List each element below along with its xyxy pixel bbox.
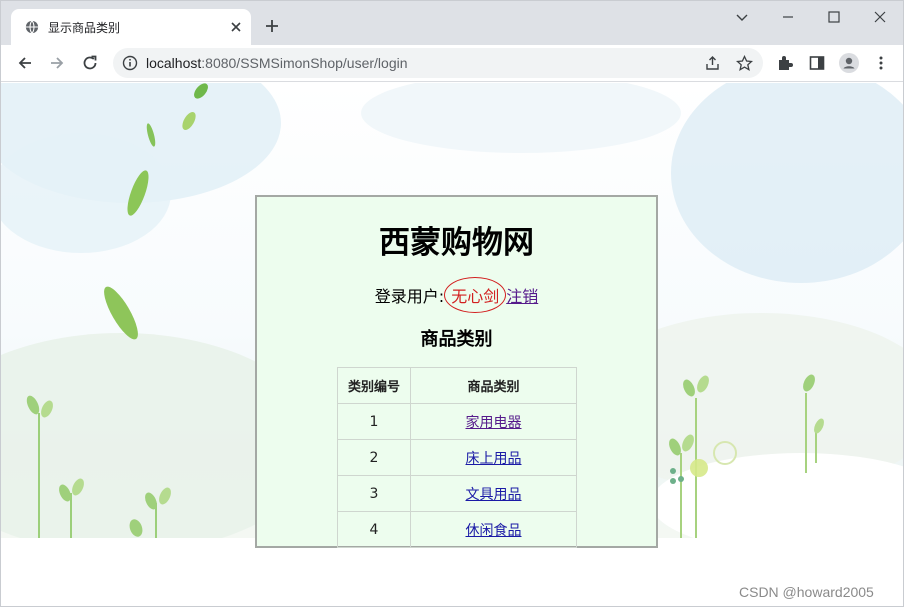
category-id: 4 (337, 511, 411, 548)
category-link[interactable]: 文具用品 (466, 487, 522, 503)
site-title: 西蒙购物网 (379, 225, 534, 261)
tab-active[interactable]: 显示商品类别 (11, 9, 251, 45)
page-viewport: 西蒙购物网 登录用户:无心剑注销 商品类别 类别编号 商品类别 1 家用电器 (1, 83, 903, 606)
table-row: 1 家用电器 (337, 403, 577, 440)
category-link[interactable]: 休闲食品 (466, 523, 522, 539)
column-header-id: 类别编号 (337, 367, 411, 404)
watermark: CSDN @howard2005 (739, 584, 874, 600)
logout-link[interactable]: 注销 (506, 283, 538, 307)
menu-icon[interactable] (872, 54, 890, 72)
login-user-row: 登录用户: 无心剑 注销 (257, 277, 656, 313)
category-table: 类别编号 商品类别 1 家用电器 2 床上用品 3 文具用品 4 休闲食品 (337, 367, 577, 548)
window-close-icon[interactable] (873, 10, 887, 24)
table-row: 4 休闲食品 (337, 511, 577, 548)
globe-icon (25, 20, 39, 34)
browser-toolbar: localhost:8080/SSMSimonShop/user/login (1, 45, 903, 82)
info-icon[interactable] (122, 55, 138, 71)
tab-title: 显示商品类别 (48, 21, 121, 35)
category-panel: 西蒙购物网 登录用户:无心剑注销 商品类别 类别编号 商品类别 1 家用电器 (255, 195, 658, 548)
share-icon[interactable] (704, 55, 721, 72)
column-header-name: 商品类别 (410, 367, 577, 404)
close-icon[interactable] (229, 20, 243, 34)
category-id: 3 (337, 475, 411, 512)
profile-icon[interactable] (839, 53, 859, 73)
star-icon[interactable] (736, 55, 753, 72)
category-id: 2 (337, 439, 411, 476)
address-bar[interactable]: localhost:8080/SSMSimonShop/user/login (113, 48, 763, 78)
side-panel-icon[interactable] (808, 54, 826, 72)
url-text: localhost:8080/SSMSimonShop/user/login (146, 55, 408, 71)
category-name-cell: 床上用品 (410, 439, 577, 476)
table-row: 2 床上用品 (337, 439, 577, 476)
minimize-icon[interactable] (781, 10, 795, 24)
username: 无心剑 (444, 277, 507, 313)
tab-strip: 显示商品类别 (1, 1, 903, 45)
category-id: 1 (337, 403, 411, 440)
reload-icon[interactable] (81, 54, 99, 72)
category-name-cell: 文具用品 (410, 475, 577, 512)
maximize-icon[interactable] (827, 10, 841, 24)
category-name-cell: 休闲食品 (410, 511, 577, 548)
category-link[interactable]: 床上用品 (466, 451, 522, 467)
table-row: 3 文具用品 (337, 475, 577, 512)
login-label: 登录用户: (374, 287, 445, 306)
extensions-icon[interactable] (776, 54, 794, 72)
chevron-down-icon[interactable] (735, 10, 749, 24)
section-title: 商品类别 (420, 329, 493, 350)
category-link[interactable]: 家用电器 (466, 415, 522, 431)
forward-icon[interactable] (48, 54, 66, 72)
table-header-row: 类别编号 商品类别 (337, 367, 577, 404)
category-name-cell: 家用电器 (410, 403, 577, 440)
browser-window: 显示商品类别 localhost:8080/SSMSimonShop/user/… (0, 0, 904, 607)
back-icon[interactable] (16, 54, 34, 72)
plus-icon[interactable] (264, 18, 280, 34)
